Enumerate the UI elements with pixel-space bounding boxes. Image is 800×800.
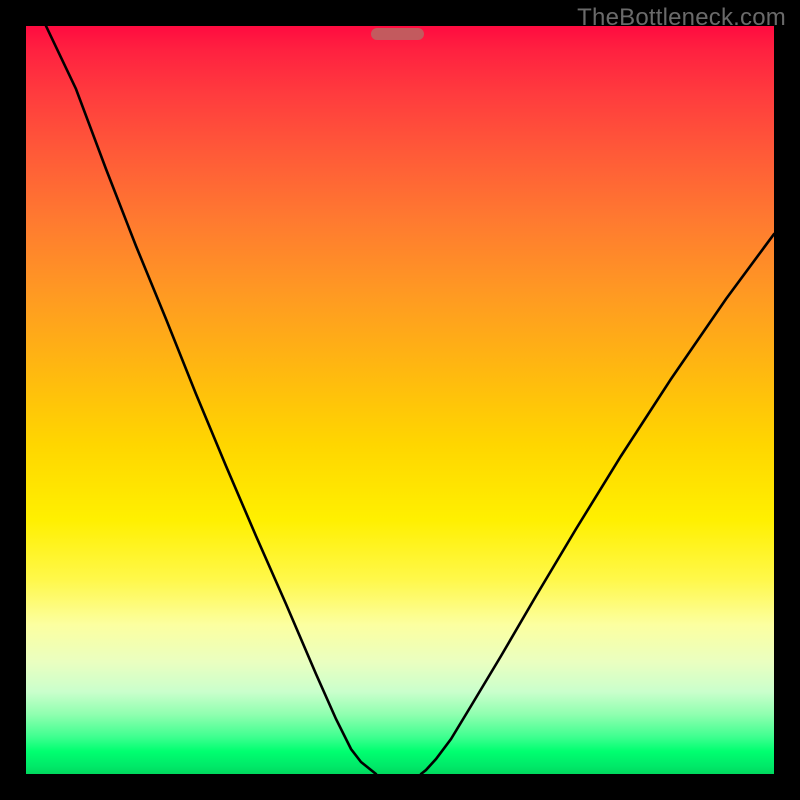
- chart-plot-area: [26, 26, 774, 774]
- bottleneck-curves: [26, 26, 774, 774]
- watermark-text: TheBottleneck.com: [577, 4, 786, 32]
- left-curve-path: [46, 26, 376, 774]
- optimal-range-marker: [371, 28, 424, 40]
- right-curve-path: [421, 234, 774, 774]
